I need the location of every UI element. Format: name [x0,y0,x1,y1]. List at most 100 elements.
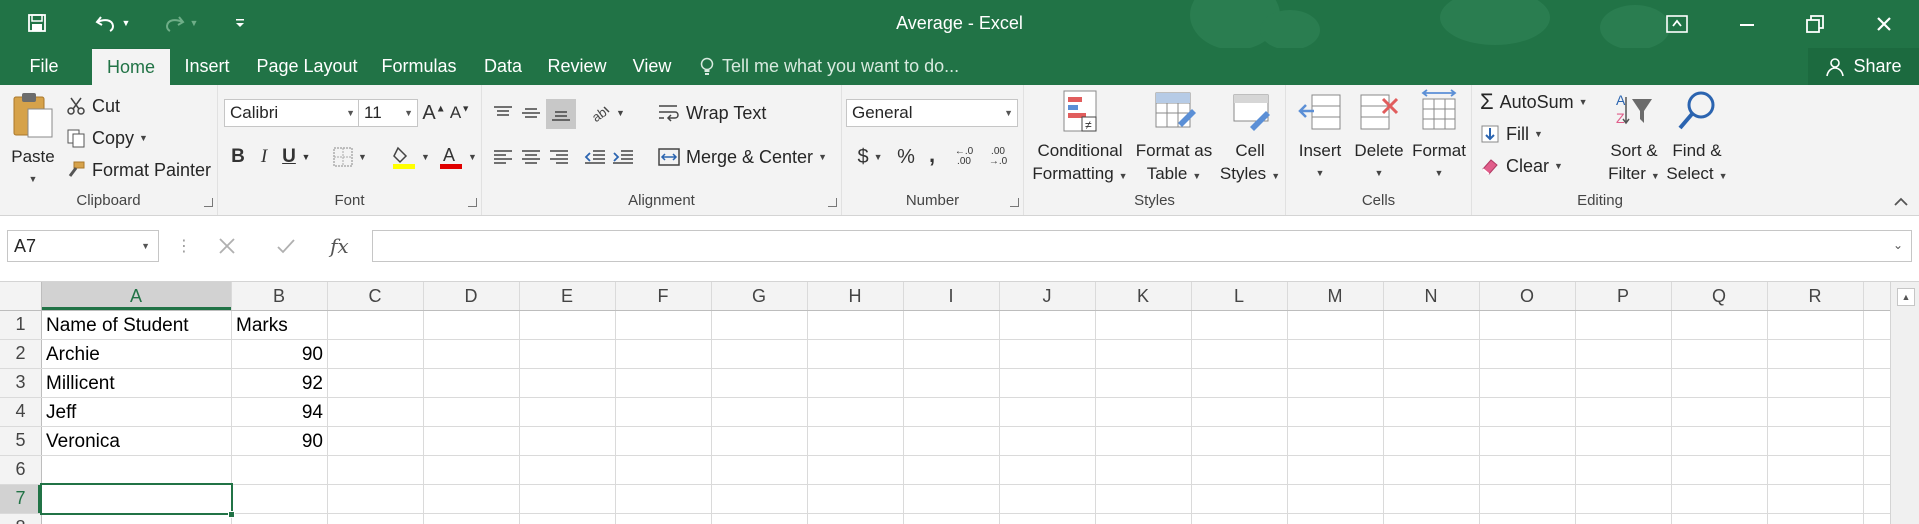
cell-b5[interactable]: 90 [232,427,327,456]
sort-filter-button[interactable]: AZ Sort & Filter ▼ [1602,89,1666,188]
middle-align-button[interactable] [518,99,544,127]
conditional-formatting-button[interactable]: ≠ Conditional Formatting ▼ [1030,89,1130,188]
column-header-c[interactable]: C [327,282,423,310]
close-button[interactable] [1852,0,1916,48]
row-header-5[interactable]: 5 [0,426,41,455]
cut-button[interactable]: Cut [66,93,120,119]
fill-handle[interactable] [228,511,235,518]
percent-style-button[interactable]: % [892,143,920,171]
tab-home[interactable]: Home [92,48,170,85]
row-header-2[interactable]: 2 [0,339,41,368]
insert-cells-button[interactable]: Insert ▼ [1292,89,1348,185]
cell-a2[interactable]: Archie [42,340,231,369]
font-color-button[interactable]: A ▼ [436,143,480,171]
formula-bar-grip[interactable]: ⋮ [176,230,192,262]
tab-formulas[interactable]: Formulas [374,48,464,85]
alignment-dialog-launcher[interactable] [828,198,837,207]
accounting-format-button[interactable]: $ ▼ [850,143,890,171]
tab-data[interactable]: Data [474,48,532,85]
format-cells-button[interactable]: Format ▼ [1408,89,1470,185]
cell-b2[interactable]: 90 [232,340,327,369]
tell-me-box[interactable]: Tell me what you want to do... [700,48,959,85]
tab-file[interactable]: File [14,48,74,85]
column-header-l[interactable]: L [1191,282,1287,310]
formula-input[interactable]: ⌄ [372,230,1912,262]
share-button[interactable]: Share [1808,48,1919,85]
fill-button[interactable]: Fill ▼ [1480,121,1543,147]
tab-view[interactable]: View [622,48,682,85]
vertical-scrollbar[interactable]: ▲ [1890,282,1919,524]
column-header-o[interactable]: O [1479,282,1575,310]
increase-font-size-button[interactable]: A▲ [422,99,446,127]
scroll-up-button[interactable]: ▲ [1897,288,1915,306]
customize-qat-button[interactable] [228,8,252,38]
row-header-1[interactable]: 1 [0,310,41,339]
column-header-b[interactable]: B [231,282,327,310]
row-header-3[interactable]: 3 [0,368,41,397]
top-align-button[interactable] [490,99,516,127]
wrap-text-button[interactable]: Wrap Text [658,99,766,127]
tab-page-layout[interactable]: Page Layout [250,48,364,85]
column-header-e[interactable]: E [519,282,615,310]
align-center-button[interactable] [518,143,544,171]
cell-b3[interactable]: 92 [232,369,327,398]
bottom-align-button[interactable] [546,99,576,129]
font-dialog-launcher[interactable] [468,198,477,207]
row-header-6[interactable]: 6 [0,455,41,484]
clear-button[interactable]: Clear ▼ [1480,153,1563,179]
paste-button[interactable]: Paste ▼ [4,91,62,191]
insert-function-button[interactable]: fx [330,230,349,262]
collapse-ribbon-button[interactable] [1890,193,1912,211]
cancel-formula-button[interactable] [218,230,236,262]
column-header-h[interactable]: H [807,282,903,310]
redo-button[interactable]: ▼ [156,8,204,38]
find-select-button[interactable]: Find & Select ▼ [1666,89,1728,188]
merge-center-button[interactable]: Merge & Center ▼ [658,143,827,171]
delete-cells-button[interactable]: Delete ▼ [1350,89,1408,185]
fill-color-button[interactable]: ▼ [388,143,434,171]
column-header-i[interactable]: I [903,282,999,310]
decrease-font-size-button[interactable]: A▼ [448,99,472,127]
number-dialog-launcher[interactable] [1010,198,1019,207]
active-cell-selection[interactable] [40,483,233,515]
column-header-a[interactable]: A [41,282,231,310]
restore-button[interactable] [1783,0,1847,48]
row-header-7[interactable]: 7 [0,484,41,513]
font-size-select[interactable]: 11 ▼ [358,99,418,127]
clipboard-dialog-launcher[interactable] [204,198,213,207]
format-painter-button[interactable]: Format Painter [66,157,211,183]
align-right-button[interactable] [546,143,572,171]
column-header-g[interactable]: G [711,282,807,310]
name-box[interactable]: A7 ▼ [7,230,159,262]
undo-button[interactable]: ▼ [88,8,136,38]
cell-a3[interactable]: Millicent [42,369,231,398]
cell-b1[interactable]: Marks [232,311,327,340]
decrease-decimal-button[interactable]: .00 →.0 [982,143,1014,171]
column-header-r[interactable]: R [1767,282,1863,310]
column-header-k[interactable]: K [1095,282,1191,310]
column-header-q[interactable]: Q [1671,282,1767,310]
column-header-f[interactable]: F [615,282,711,310]
column-header-n[interactable]: N [1383,282,1479,310]
ribbon-display-options-button[interactable] [1645,0,1709,48]
column-header-j[interactable]: J [999,282,1095,310]
underline-dropdown[interactable]: ▼ [300,143,312,171]
cell-b4[interactable]: 94 [232,398,327,427]
increase-decimal-button[interactable]: ←.0 .00 [948,143,980,171]
copy-button[interactable]: Copy ▼ [66,125,148,151]
increase-indent-button[interactable] [610,143,636,171]
bold-button[interactable]: B [226,143,250,171]
cell-a4[interactable]: Jeff [42,398,231,427]
format-as-table-button[interactable]: Format as Table ▼ [1132,89,1216,188]
align-left-button[interactable] [490,143,516,171]
tab-review[interactable]: Review [542,48,612,85]
row-header-4[interactable]: 4 [0,397,41,426]
tab-insert[interactable]: Insert [174,48,240,85]
borders-button[interactable]: ▼ [330,143,370,171]
decrease-indent-button[interactable] [582,143,608,171]
number-format-select[interactable]: General ▼ [846,99,1018,127]
cell-a5[interactable]: Veronica [42,427,231,456]
comma-style-button[interactable]: , [922,141,942,169]
orientation-button[interactable]: ab ▼ [586,99,628,127]
enter-formula-button[interactable] [276,230,296,262]
